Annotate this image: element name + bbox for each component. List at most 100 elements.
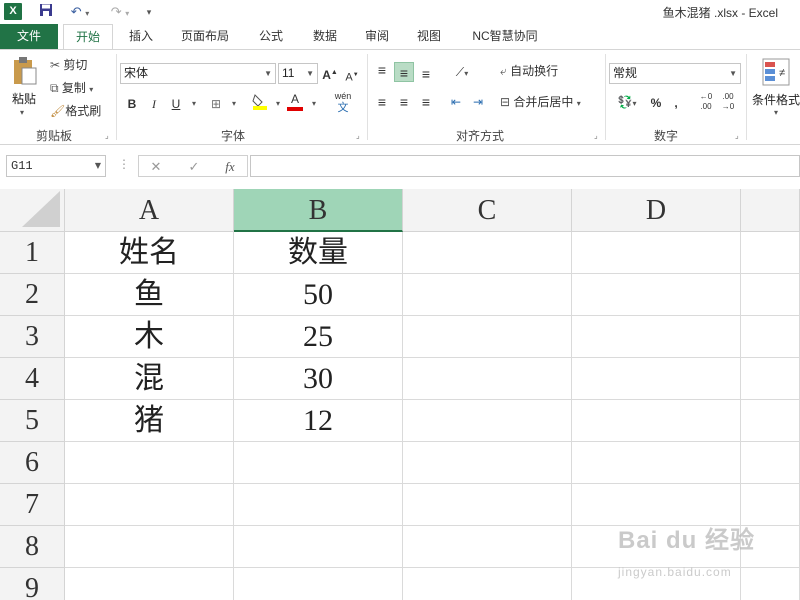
cell-a5[interactable]: 猪 xyxy=(65,400,234,442)
tab-nc-collab[interactable]: NC智慧协同 xyxy=(462,24,548,49)
align-top-icon[interactable]: ≡ xyxy=(372,60,392,80)
cell-a9[interactable] xyxy=(65,568,234,600)
fill-color-icon[interactable] xyxy=(250,92,270,112)
row-header-3[interactable]: 3 xyxy=(0,316,65,358)
font-name-select[interactable]: 宋体 ▼ xyxy=(120,63,276,84)
shrink-font-button[interactable]: A▼ xyxy=(342,65,362,85)
align-bottom-icon[interactable]: ≡ xyxy=(416,64,436,84)
cell-c8[interactable] xyxy=(403,526,572,568)
cell-c5[interactable] xyxy=(403,400,572,442)
cell-e1[interactable] xyxy=(741,232,800,274)
row-header-9[interactable]: 9 xyxy=(0,568,65,600)
formula-input[interactable] xyxy=(250,155,800,177)
percent-style-button[interactable]: % xyxy=(646,93,666,113)
cell-c9[interactable] xyxy=(403,568,572,600)
italic-button[interactable]: I xyxy=(144,94,164,114)
chevron-down-icon[interactable]: ▾ xyxy=(184,94,204,114)
paste-button[interactable]: 粘贴 ▾ xyxy=(8,56,42,136)
increase-decimal-icon[interactable]: ←0.00 xyxy=(696,92,716,112)
cell-b6[interactable] xyxy=(234,442,403,484)
copy-button[interactable]: ⧉ 复制 ▾ xyxy=(50,79,93,99)
cell-e5[interactable] xyxy=(741,400,800,442)
chevron-down-icon[interactable]: ▾ xyxy=(304,94,324,114)
cell-b1[interactable]: 数量 xyxy=(234,232,403,274)
align-center-icon[interactable]: ≡ xyxy=(394,92,414,112)
column-header-b[interactable]: B xyxy=(234,189,403,232)
cell-c3[interactable] xyxy=(403,316,572,358)
row-header-1[interactable]: 1 xyxy=(0,232,65,274)
row-header-2[interactable]: 2 xyxy=(0,274,65,316)
column-header-a[interactable]: A xyxy=(65,189,234,232)
row-header-5[interactable]: 5 xyxy=(0,400,65,442)
tab-view[interactable]: 视图 xyxy=(406,24,452,49)
tab-review[interactable]: 审阅 xyxy=(354,24,400,49)
name-box[interactable]: G11 ▼ xyxy=(6,155,106,177)
format-painter-button[interactable]: 🖌格式刷 xyxy=(50,102,101,120)
insert-function-icon[interactable]: fx xyxy=(217,157,243,177)
cell-e6[interactable] xyxy=(741,442,800,484)
cell-b3[interactable]: 25 xyxy=(234,316,403,358)
cell-c4[interactable] xyxy=(403,358,572,400)
conditional-formatting-button[interactable]: ≠ 条件格式 ▾ xyxy=(752,56,800,126)
cell-a7[interactable] xyxy=(65,484,234,526)
row-header-4[interactable]: 4 xyxy=(0,358,65,400)
cell-d6[interactable] xyxy=(572,442,741,484)
cell-d4[interactable] xyxy=(572,358,741,400)
row-header-8[interactable]: 8 xyxy=(0,526,65,568)
cell-a4[interactable]: 混 xyxy=(65,358,234,400)
tab-home[interactable]: 开始 xyxy=(63,24,113,50)
cut-button[interactable]: ✂ 剪切 xyxy=(50,56,87,74)
tab-file[interactable]: 文件 xyxy=(0,24,58,49)
enter-icon[interactable]: ✓ xyxy=(181,157,207,177)
column-header-c[interactable]: C xyxy=(403,189,572,232)
cell-a1[interactable]: 姓名 xyxy=(65,232,234,274)
align-right-icon[interactable]: ≡ xyxy=(416,92,436,112)
row-header-7[interactable]: 7 xyxy=(0,484,65,526)
cell-c6[interactable] xyxy=(403,442,572,484)
cell-b5[interactable]: 12 xyxy=(234,400,403,442)
number-launcher-icon[interactable]: ⌟ xyxy=(735,131,739,140)
wrap-text-button[interactable]: ⤶ 自动换行 xyxy=(500,62,558,80)
grow-font-button[interactable]: A▲ xyxy=(320,63,340,83)
bold-button[interactable]: B xyxy=(122,94,142,114)
cell-c7[interactable] xyxy=(403,484,572,526)
tab-data[interactable]: 数据 xyxy=(302,24,348,49)
cell-e4[interactable] xyxy=(741,358,800,400)
phonetic-guide-button[interactable]: wén 文 xyxy=(330,90,356,114)
column-header-d[interactable]: D xyxy=(572,189,741,232)
merge-center-button[interactable]: ⊟ 合并后居中 ▾ xyxy=(500,93,581,113)
font-color-button[interactable]: A xyxy=(285,91,305,111)
column-header-e[interactable] xyxy=(741,189,800,232)
cell-d5[interactable] xyxy=(572,400,741,442)
chevron-down-icon[interactable]: ▾ xyxy=(224,94,244,114)
save-icon[interactable] xyxy=(36,3,56,21)
cancel-icon[interactable]: ✕ xyxy=(143,157,169,177)
alignment-launcher-icon[interactable]: ⌟ xyxy=(594,131,598,140)
cell-e2[interactable] xyxy=(741,274,800,316)
number-format-select[interactable]: 常规 ▼ xyxy=(609,63,741,84)
cell-b8[interactable] xyxy=(234,526,403,568)
clipboard-launcher-icon[interactable]: ⌟ xyxy=(105,131,109,140)
cell-a2[interactable]: 鱼 xyxy=(65,274,234,316)
font-launcher-icon[interactable]: ⌟ xyxy=(356,131,360,140)
increase-indent-icon[interactable]: ⇥ xyxy=(468,92,488,112)
orientation-icon[interactable]: ⟋▾ xyxy=(448,62,476,82)
decrease-decimal-icon[interactable]: .00 →0 xyxy=(718,92,738,112)
tab-formulas[interactable]: 公式 xyxy=(248,24,294,49)
borders-icon[interactable]: ⊞ xyxy=(206,94,226,114)
tab-insert[interactable]: 插入 xyxy=(118,24,164,49)
cell-a6[interactable] xyxy=(65,442,234,484)
cell-c1[interactable] xyxy=(403,232,572,274)
decrease-indent-icon[interactable]: ⇤ xyxy=(446,92,466,112)
cell-d2[interactable] xyxy=(572,274,741,316)
cell-a8[interactable] xyxy=(65,526,234,568)
cell-d1[interactable] xyxy=(572,232,741,274)
select-all-corner[interactable] xyxy=(0,189,65,232)
align-left-icon[interactable]: ≡ xyxy=(372,92,392,112)
cell-d3[interactable] xyxy=(572,316,741,358)
comma-style-button[interactable]: , xyxy=(666,93,686,113)
cell-a3[interactable]: 木 xyxy=(65,316,234,358)
redo-icon[interactable]: ↷ ▾ xyxy=(106,3,134,21)
row-header-6[interactable]: 6 xyxy=(0,442,65,484)
cell-e3[interactable] xyxy=(741,316,800,358)
